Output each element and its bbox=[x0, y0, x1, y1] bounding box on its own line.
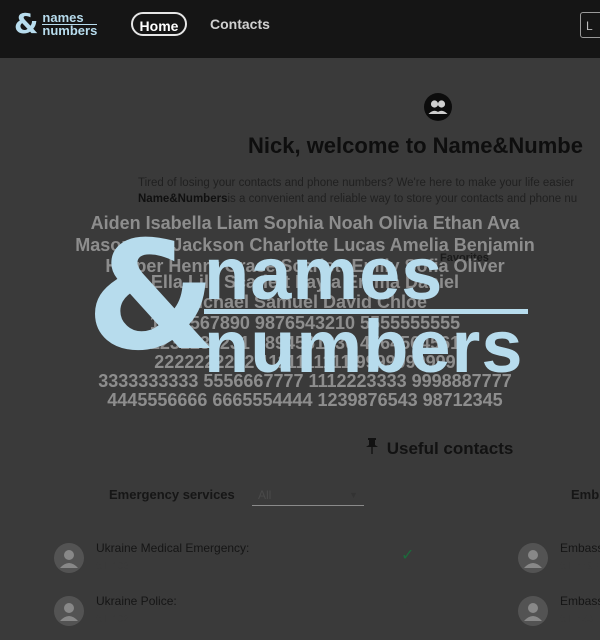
add-contact-plus-icon[interactable]: + bbox=[402, 597, 412, 617]
contact-avatar-icon bbox=[518, 596, 548, 626]
added-checkmark-icon[interactable]: ✓ bbox=[401, 545, 414, 565]
chevron-down-icon: ▼ bbox=[349, 490, 358, 500]
logout-button[interactable]: L bbox=[580, 12, 600, 38]
contact-avatar-icon bbox=[518, 543, 548, 573]
nav-contacts-link[interactable]: Contacts bbox=[210, 16, 270, 32]
embassies-header: Emb bbox=[571, 487, 600, 502]
overlay-text-line: 1231231231 7894561230 4564564561 bbox=[149, 333, 461, 353]
contact-phone: tel. 102 bbox=[96, 614, 129, 625]
intro-text-rest: is a convenient and reliable way to stor… bbox=[227, 193, 578, 205]
logo-wordmark: names numbers bbox=[42, 11, 98, 38]
contact-phone: tel. +33 bbox=[560, 614, 594, 625]
intro-text-line-1: Tired of losing your contacts and phone … bbox=[138, 177, 575, 189]
contact-phone: tel. +49 2 bbox=[560, 561, 600, 572]
overlay-text-line: Ella Lily Scarlett Layla Emma Daniel bbox=[150, 272, 460, 292]
contact-avatar-icon bbox=[54, 596, 84, 626]
intro-brand-name: Name&Numbers bbox=[138, 193, 228, 205]
splash-logo-names: names bbox=[204, 232, 444, 315]
logo-word-numbers: numbers bbox=[42, 22, 98, 38]
contact-name: Embass bbox=[560, 594, 600, 608]
user-group-icon bbox=[424, 93, 452, 121]
filter-selected-value: All bbox=[258, 488, 272, 502]
overlay-text-line: 1234567890 9876543210 5555555555 bbox=[149, 313, 461, 333]
contact-name: Ukraine Medical Emergency: bbox=[96, 541, 250, 555]
nav-home-link[interactable]: Home bbox=[131, 12, 187, 36]
emergency-filter-select[interactable]: All ▼ bbox=[252, 484, 364, 506]
splash-logo-numbers: numbers bbox=[204, 305, 524, 388]
top-navigation-bar: & names numbers Home Contacts L bbox=[0, 0, 600, 58]
overlay-text-line: 3333333333 5556667777 1112223333 9998887… bbox=[98, 371, 512, 391]
app-logo[interactable]: & names numbers bbox=[14, 7, 98, 40]
page-title: Nick, welcome to Name&Numbe bbox=[248, 133, 583, 158]
overlay-text-line: 4445556666 6665554444 1239876543 9871234… bbox=[107, 390, 503, 410]
overlay-text-line: Aiden Isabella Liam Sophia Noah Olivia E… bbox=[90, 213, 520, 233]
emergency-services-label: Emergency services bbox=[109, 487, 235, 502]
contact-name: Ukraine Police: bbox=[96, 594, 177, 608]
logo-ampersand: & bbox=[14, 7, 39, 40]
useful-contacts-title-text: Useful contacts bbox=[386, 439, 514, 458]
useful-contacts-title: Useful contacts bbox=[366, 438, 513, 459]
splash-logo-divider bbox=[204, 309, 528, 314]
contact-avatar-icon bbox=[54, 543, 84, 573]
pin-icon bbox=[366, 438, 383, 458]
contact-phone: tel. 103 bbox=[96, 561, 129, 572]
overlay-text-line: 2222222222 1111111111 9999999999 bbox=[154, 352, 456, 372]
contact-name: Embass bbox=[560, 541, 600, 555]
splash-overlay: Aiden Isabella Liam Sophia Noah Olivia E… bbox=[0, 0, 600, 640]
favorites-label: Favorites bbox=[440, 252, 489, 264]
intro-text-line-2: Name&Numbersis a convenient and reliable… bbox=[138, 193, 577, 205]
splash-logo-ampersand: & bbox=[86, 210, 217, 384]
overlay-text-line: Michael Samuel David Chloe bbox=[182, 292, 428, 312]
